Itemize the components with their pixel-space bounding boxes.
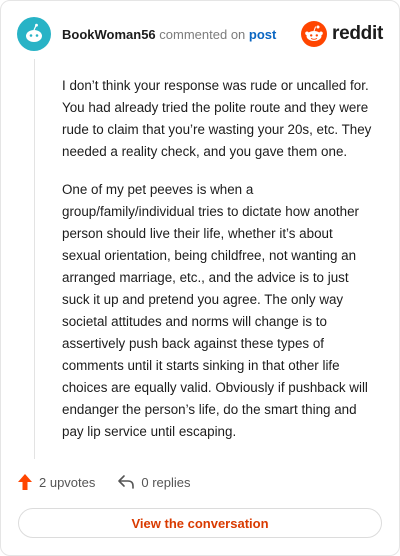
commented-on-text: commented on	[159, 26, 246, 42]
user-avatar[interactable]	[17, 17, 51, 51]
comment-paragraph: One of my pet peeves is when a group/fam…	[62, 182, 368, 439]
reply-button[interactable]: 0 replies	[117, 474, 191, 490]
upvote-count: 2 upvotes	[39, 474, 96, 490]
username-link[interactable]: BookWoman56	[62, 27, 156, 42]
reply-arrow-icon	[118, 475, 135, 489]
comment-meta: BookWoman56 commented on post	[62, 27, 276, 42]
view-conversation-button[interactable]: View the conversation	[18, 508, 382, 538]
comment-paragraph: I don’t think your response was rude or …	[62, 78, 372, 159]
comment-body: I don’t think your response was rude or …	[62, 75, 374, 459]
reddit-snoo-icon	[301, 21, 328, 47]
reddit-wordmark: reddit	[332, 23, 383, 44]
reply-count: 0 replies	[141, 474, 191, 490]
upvote-button[interactable]: 2 upvotes	[17, 473, 95, 491]
post-link[interactable]: post	[249, 27, 276, 42]
thread-line	[34, 59, 35, 459]
snoo-avatar-icon	[26, 23, 42, 42]
comment-card: BookWoman56 commented on post reddit I d…	[0, 0, 400, 556]
comment-actions: 2 upvotes 0 replies	[17, 473, 191, 491]
reddit-logo[interactable]: reddit	[301, 21, 383, 47]
upvote-arrow-icon	[18, 474, 32, 490]
comment-header: BookWoman56 commented on post reddit	[17, 17, 383, 51]
